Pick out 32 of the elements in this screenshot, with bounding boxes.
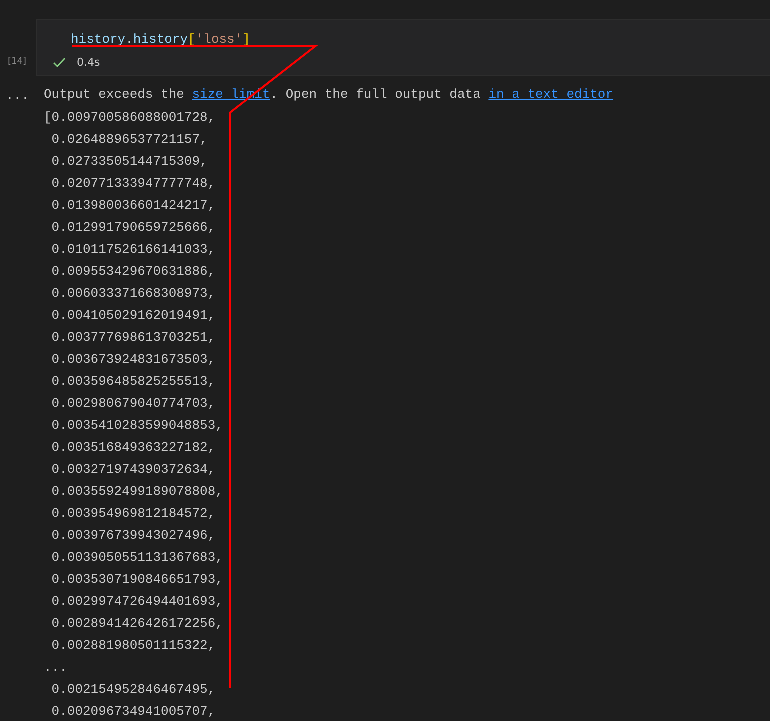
- output-line: [0.009700586088001728,: [44, 109, 217, 127]
- output-line: 0.0039050551131367683,: [50, 549, 224, 567]
- output-line: 0.02733505144715309,: [50, 153, 209, 171]
- output-line: 0.004105029162019491,: [50, 307, 217, 325]
- output-line: 0.010117526166141033,: [50, 241, 217, 259]
- output-line: 0.003777698613703251,: [50, 329, 217, 347]
- output-line: 0.003673924831673503,: [50, 351, 217, 369]
- output-line: 0.003596485825255513,: [50, 373, 217, 391]
- output-line: 0.020771333947777748,: [50, 175, 217, 193]
- execution-time: 0.4s: [77, 56, 100, 69]
- output-line: 0.0035592499189078808,: [50, 483, 224, 501]
- output-line: 0.013980036601424217,: [50, 197, 217, 215]
- output-line: 0.012991790659725666,: [50, 219, 217, 237]
- output-line: 0.003976739943027496,: [50, 527, 217, 545]
- output-line: 0.02648896537721157,: [50, 131, 209, 149]
- output-line: 0.003271974390372634,: [50, 461, 217, 479]
- execution-count: [14]: [8, 57, 26, 67]
- output-line: 0.009553429670631886,: [50, 263, 217, 281]
- output-link[interactable]: in a text editor: [488, 87, 614, 102]
- output-line: 0.002881980501115322,: [50, 637, 217, 655]
- output-line: 0.002154952846467495,: [50, 681, 217, 699]
- output-line: 0.006033371668308973,: [50, 285, 217, 303]
- output-line: 0.0028941426426172256,: [50, 615, 224, 633]
- output-line: 0.0035410283599048853,: [50, 417, 224, 435]
- output-line: 0.002980679040774703,: [50, 395, 217, 413]
- output-line: 0.002096734941005707,: [50, 703, 217, 721]
- output-line: 0.0035307190846651793,: [50, 571, 224, 589]
- output-line: 0.003954969812184572,: [50, 505, 217, 523]
- output-line: ...: [44, 659, 68, 677]
- output-line: 0.003516849363227182,: [50, 439, 217, 457]
- output-line: 0.0029974726494401693,: [50, 593, 224, 611]
- output-menu-button[interactable]: ...: [6, 89, 30, 103]
